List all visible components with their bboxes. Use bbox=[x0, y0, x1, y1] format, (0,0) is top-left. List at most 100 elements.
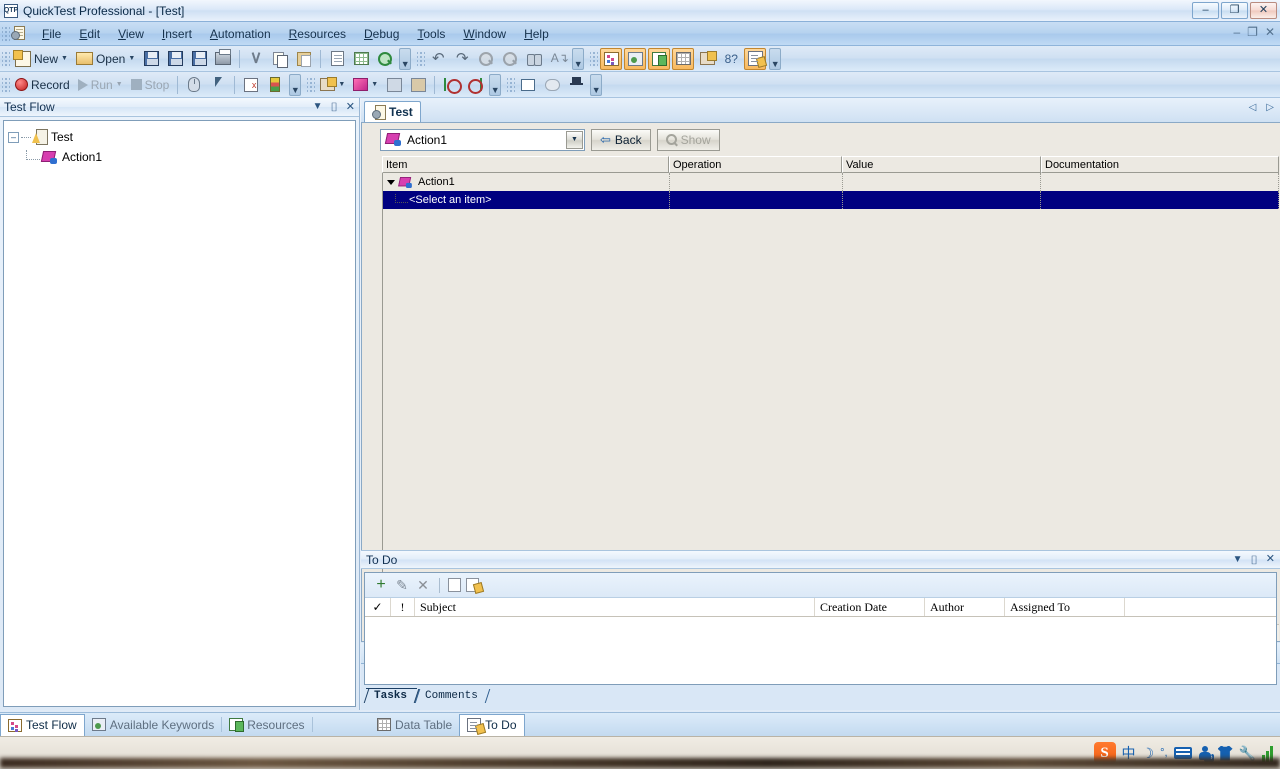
debug-viewer-button[interactable] bbox=[517, 74, 539, 96]
column-header-value[interactable]: Value bbox=[842, 156, 1041, 173]
test-flow-close-icon[interactable]: ✕ bbox=[346, 101, 355, 113]
debug-toolbar-overflow-button[interactable]: ▼ bbox=[590, 73, 603, 96]
replace-button[interactable]: A↴ bbox=[547, 48, 569, 70]
clear-results-button[interactable] bbox=[541, 74, 563, 96]
new-dropdown-arrow-icon[interactable]: ▼ bbox=[61, 55, 68, 62]
menu-item-insert[interactable]: Insert bbox=[153, 24, 201, 44]
zoom-in-button[interactable] bbox=[499, 48, 521, 70]
sidebar-item-to-do[interactable]: To Do bbox=[459, 713, 525, 736]
back-button[interactable]: ⇦ Back bbox=[591, 128, 651, 151]
analog-record-button[interactable] bbox=[207, 74, 229, 96]
results-button[interactable] bbox=[264, 74, 286, 96]
column-header-priority[interactable]: ! bbox=[391, 598, 415, 616]
open-dropdown-arrow-icon[interactable]: ▼ bbox=[128, 55, 135, 62]
edit-task-button[interactable]: ✎ bbox=[394, 577, 410, 593]
print-button[interactable] bbox=[212, 48, 234, 70]
sidebar-item-available-keywords[interactable]: Available Keywords bbox=[85, 714, 222, 736]
run-dropdown-arrow-icon[interactable]: ▼ bbox=[116, 81, 123, 88]
tree-node-test[interactable]: – Test bbox=[8, 127, 351, 147]
document-tab-prev-icon[interactable]: ◁ bbox=[1249, 102, 1257, 113]
available-keywords-view-button[interactable] bbox=[624, 47, 647, 70]
save-button[interactable] bbox=[140, 48, 162, 70]
step-into-button[interactable] bbox=[440, 74, 463, 96]
record-button[interactable]: Record bbox=[12, 74, 73, 96]
output-value-button[interactable] bbox=[407, 74, 429, 96]
find-button[interactable] bbox=[523, 48, 545, 70]
to-do-pin-icon[interactable]: ⌷ bbox=[1251, 554, 1258, 566]
new-test-button[interactable]: New ▼ bbox=[12, 48, 71, 70]
tab-comments[interactable]: Comments bbox=[417, 689, 488, 703]
column-header-operation[interactable]: Operation bbox=[669, 156, 842, 173]
open-test-button[interactable]: Open ▼ bbox=[73, 48, 138, 70]
menubar-gripper[interactable] bbox=[2, 24, 10, 43]
to-do-dropdown-icon[interactable]: ▼ bbox=[1233, 554, 1243, 565]
comment-button[interactable] bbox=[326, 48, 348, 70]
sidebar-item-test-flow[interactable]: Test Flow bbox=[0, 713, 85, 736]
column-header-item[interactable]: Item bbox=[382, 156, 669, 173]
mdi-minimize-button[interactable]: – bbox=[1233, 26, 1240, 38]
menu-item-debug[interactable]: Debug bbox=[355, 24, 408, 44]
menu-item-help[interactable]: Help bbox=[515, 24, 558, 44]
view-toolbar-overflow-button[interactable]: ▼ bbox=[769, 47, 782, 70]
insert-checkpoint-dropdown-arrow-icon[interactable]: ▼ bbox=[371, 81, 378, 88]
task-report-button[interactable] bbox=[466, 578, 479, 592]
debug-toolbar-gripper[interactable] bbox=[507, 75, 516, 94]
redo-button[interactable]: ↷ bbox=[451, 48, 473, 70]
information-view-button[interactable]: 8? bbox=[720, 48, 742, 70]
tab-tasks[interactable]: Tasks bbox=[366, 688, 418, 703]
tree-expander-test[interactable]: – bbox=[8, 131, 19, 143]
mdi-close-button[interactable]: ✕ bbox=[1265, 26, 1275, 38]
test-flow-tree-container[interactable]: – Test Action1 bbox=[3, 120, 356, 707]
copy-button[interactable] bbox=[269, 48, 291, 70]
menu-item-file[interactable]: File bbox=[33, 24, 70, 44]
run-button[interactable]: Run ▼ bbox=[75, 74, 126, 96]
save-as-button[interactable] bbox=[164, 48, 186, 70]
document-tab-next-icon[interactable]: ▷ bbox=[1266, 102, 1274, 113]
minimize-button[interactable]: – bbox=[1192, 2, 1219, 19]
show-button[interactable]: Show bbox=[656, 128, 720, 151]
save-copy-button[interactable] bbox=[188, 48, 210, 70]
to-do-task-list[interactable] bbox=[365, 617, 1276, 673]
table-row[interactable]: <Select an item> bbox=[383, 191, 1280, 209]
menu-item-resources[interactable]: Resources bbox=[280, 24, 355, 44]
find-object-button[interactable] bbox=[374, 48, 396, 70]
column-header-author[interactable]: Author bbox=[925, 598, 1005, 616]
column-header-documentation[interactable]: Documentation bbox=[1041, 156, 1279, 173]
low-level-record-button[interactable] bbox=[183, 74, 205, 96]
column-header-assigned-to[interactable]: Assigned To bbox=[1005, 598, 1125, 616]
resources-view-button[interactable] bbox=[648, 47, 671, 70]
checkpoint-button[interactable] bbox=[350, 48, 372, 70]
document-tab-test[interactable]: Test bbox=[364, 101, 421, 122]
cut-button[interactable] bbox=[245, 48, 267, 70]
mdi-restore-button[interactable]: ❐ bbox=[1247, 26, 1258, 38]
zoom-out-button[interactable] bbox=[475, 48, 497, 70]
close-button[interactable]: ✕ bbox=[1250, 2, 1277, 19]
tree-node-action1[interactable]: Action1 bbox=[8, 147, 351, 167]
row-expander-icon[interactable] bbox=[387, 179, 395, 185]
table-row[interactable]: Action1 bbox=[383, 173, 1280, 191]
testing-toolbar-overflow-button[interactable]: ▼ bbox=[289, 73, 302, 96]
object-spy-button[interactable] bbox=[383, 74, 405, 96]
step-out-button[interactable] bbox=[464, 74, 486, 96]
menu-item-edit[interactable]: Edit bbox=[70, 24, 109, 44]
insert-toolbar-gripper[interactable] bbox=[307, 75, 316, 94]
active-screen-view-button[interactable] bbox=[696, 48, 718, 70]
checkpoint-list-button[interactable] bbox=[240, 74, 262, 96]
maximize-button[interactable]: ❐ bbox=[1221, 2, 1248, 19]
sidebar-item-resources[interactable]: Resources bbox=[222, 714, 311, 736]
test-flow-dropdown-icon[interactable]: ▼ bbox=[313, 102, 323, 112]
insert-toolbar-overflow-button[interactable]: ▼ bbox=[489, 73, 502, 96]
action-selector-combobox[interactable]: Action1 ▼ bbox=[380, 128, 585, 151]
edit-toolbar-overflow-button[interactable]: ▼ bbox=[572, 47, 585, 70]
wizard-button[interactable] bbox=[565, 74, 587, 96]
standard-toolbar-overflow-button[interactable]: ▼ bbox=[399, 47, 412, 70]
test-flow-pin-icon[interactable]: ⌷ bbox=[331, 101, 338, 113]
punctuation-mode-icon[interactable]: °, bbox=[1160, 747, 1167, 759]
paste-button[interactable] bbox=[293, 48, 315, 70]
sidebar-item-data-table[interactable]: Data Table bbox=[370, 714, 459, 736]
testing-toolbar-gripper[interactable] bbox=[2, 75, 10, 94]
menu-item-view[interactable]: View bbox=[109, 24, 153, 44]
data-table-view-button[interactable] bbox=[672, 47, 695, 70]
step-generator-dropdown-arrow-icon[interactable]: ▼ bbox=[338, 81, 345, 88]
action-selector-dropdown-button[interactable]: ▼ bbox=[566, 130, 583, 149]
